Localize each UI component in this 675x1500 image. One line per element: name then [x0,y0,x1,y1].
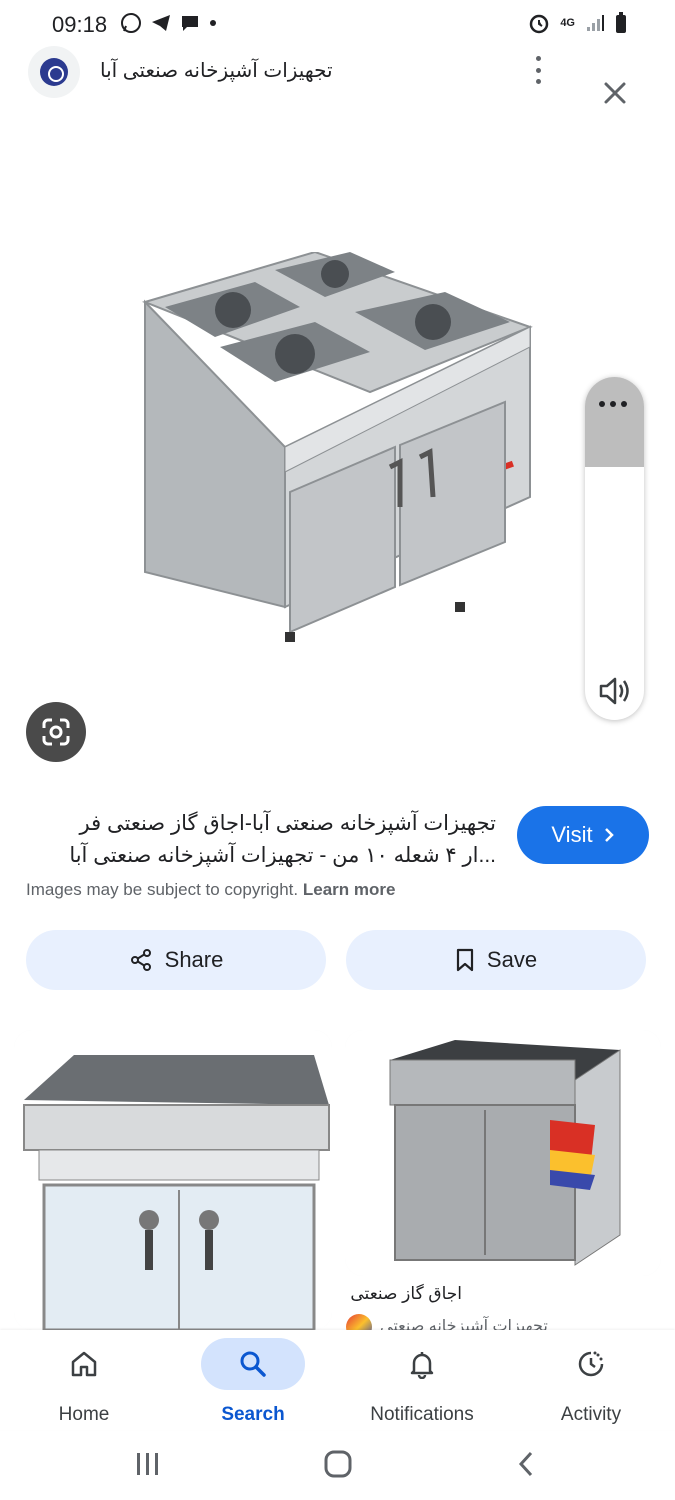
result-title[interactable]: تجهیزات آشپزخانه صنعتی آبا-اجاق گاز صنعت… [26,808,496,872]
related-card-title[interactable]: اجاق گاز صنعتی [348,1284,462,1304]
nav-activity[interactable]: Activity [516,1330,666,1430]
more-horiz-icon [599,401,627,407]
save-label: Save [486,947,538,972]
site-logo[interactable] [28,46,80,98]
learn-more-link[interactable]: Learn more [303,880,396,899]
status-bar: 09:18 4G [0,0,675,48]
recents-icon [137,1453,158,1475]
side-panel[interactable] [585,377,644,720]
nav-notifications-label: Notifications [370,1404,474,1425]
google-lens-button[interactable] [26,702,86,762]
dot-icon [210,20,216,26]
visit-label: Visit [551,822,593,847]
alarm-icon [530,14,549,34]
image-viewer[interactable] [0,112,675,782]
nav-notifications[interactable]: Notifications [347,1330,497,1430]
bottom-navigation: Home Search Notifications Activity [0,1330,675,1430]
battery-icon [616,12,626,33]
nav-search-icon-wrap [201,1338,305,1390]
bell-icon [410,1352,434,1379]
share-icon [130,949,151,971]
nav-home-label: Home [58,1404,110,1425]
save-button[interactable]: Save [346,930,646,990]
nav-notifications-icon-wrap [370,1338,474,1390]
visit-button[interactable]: Visit [517,806,649,864]
recents-button[interactable] [128,1444,168,1484]
message-icon [182,16,198,31]
site-title[interactable]: تجهیزات آشپزخانه صنعتی آبا [100,58,333,83]
status-time: 09:18 [52,12,108,37]
chevron-right-icon [604,828,614,842]
more-vert-icon[interactable] [526,54,550,86]
viewer-header: تجهیزات آشپزخانه صنعتی آبا [0,44,675,104]
nav-activity-icon-wrap [539,1338,643,1390]
result-title-line1: تجهیزات آشپزخانه صنعتی آبا-اجاق گاز صنعت… [79,812,496,835]
side-panel-handle[interactable] [585,377,644,467]
copyright-notice: Images may be subject to copyright. Lear… [26,880,395,900]
volume-icon[interactable] [597,675,633,707]
system-icons: 4G [528,12,627,34]
related-image [345,1030,661,1276]
google-lens-icon [42,718,70,746]
network-type: 4G [560,17,575,29]
activity-icon [578,1351,604,1377]
signal-icon [587,15,604,31]
telegram-icon [152,15,170,31]
nav-home-icon-wrap [32,1338,136,1390]
nav-search-label: Search [221,1404,285,1425]
result-title-line2: ...ار ۴ شعله ۱۰ من - تجهیزات آشپزخانه صن… [69,844,496,867]
notification-icons [120,12,218,34]
nav-home[interactable]: Home [9,1330,159,1430]
related-image [14,1030,332,1330]
share-button[interactable]: Share [26,930,326,990]
site-logo-icon [40,58,68,86]
related-image-card[interactable] [14,1030,332,1330]
system-navigation [0,1432,675,1500]
close-icon[interactable] [600,78,630,108]
back-button[interactable] [506,1444,546,1484]
product-image [141,252,533,642]
related-image-card[interactable] [345,1030,661,1276]
back-icon [518,1451,533,1477]
whatsapp-icon [121,13,141,33]
home-icon [71,1351,97,1377]
home-button[interactable] [318,1444,358,1484]
share-label: Share [164,947,224,972]
nav-activity-label: Activity [560,1404,622,1425]
copyright-text: Images may be subject to copyright. [26,880,299,899]
search-icon [240,1351,266,1377]
bookmark-icon [456,948,474,972]
nav-search[interactable]: Search [178,1330,328,1430]
home-circle-icon [324,1450,352,1478]
